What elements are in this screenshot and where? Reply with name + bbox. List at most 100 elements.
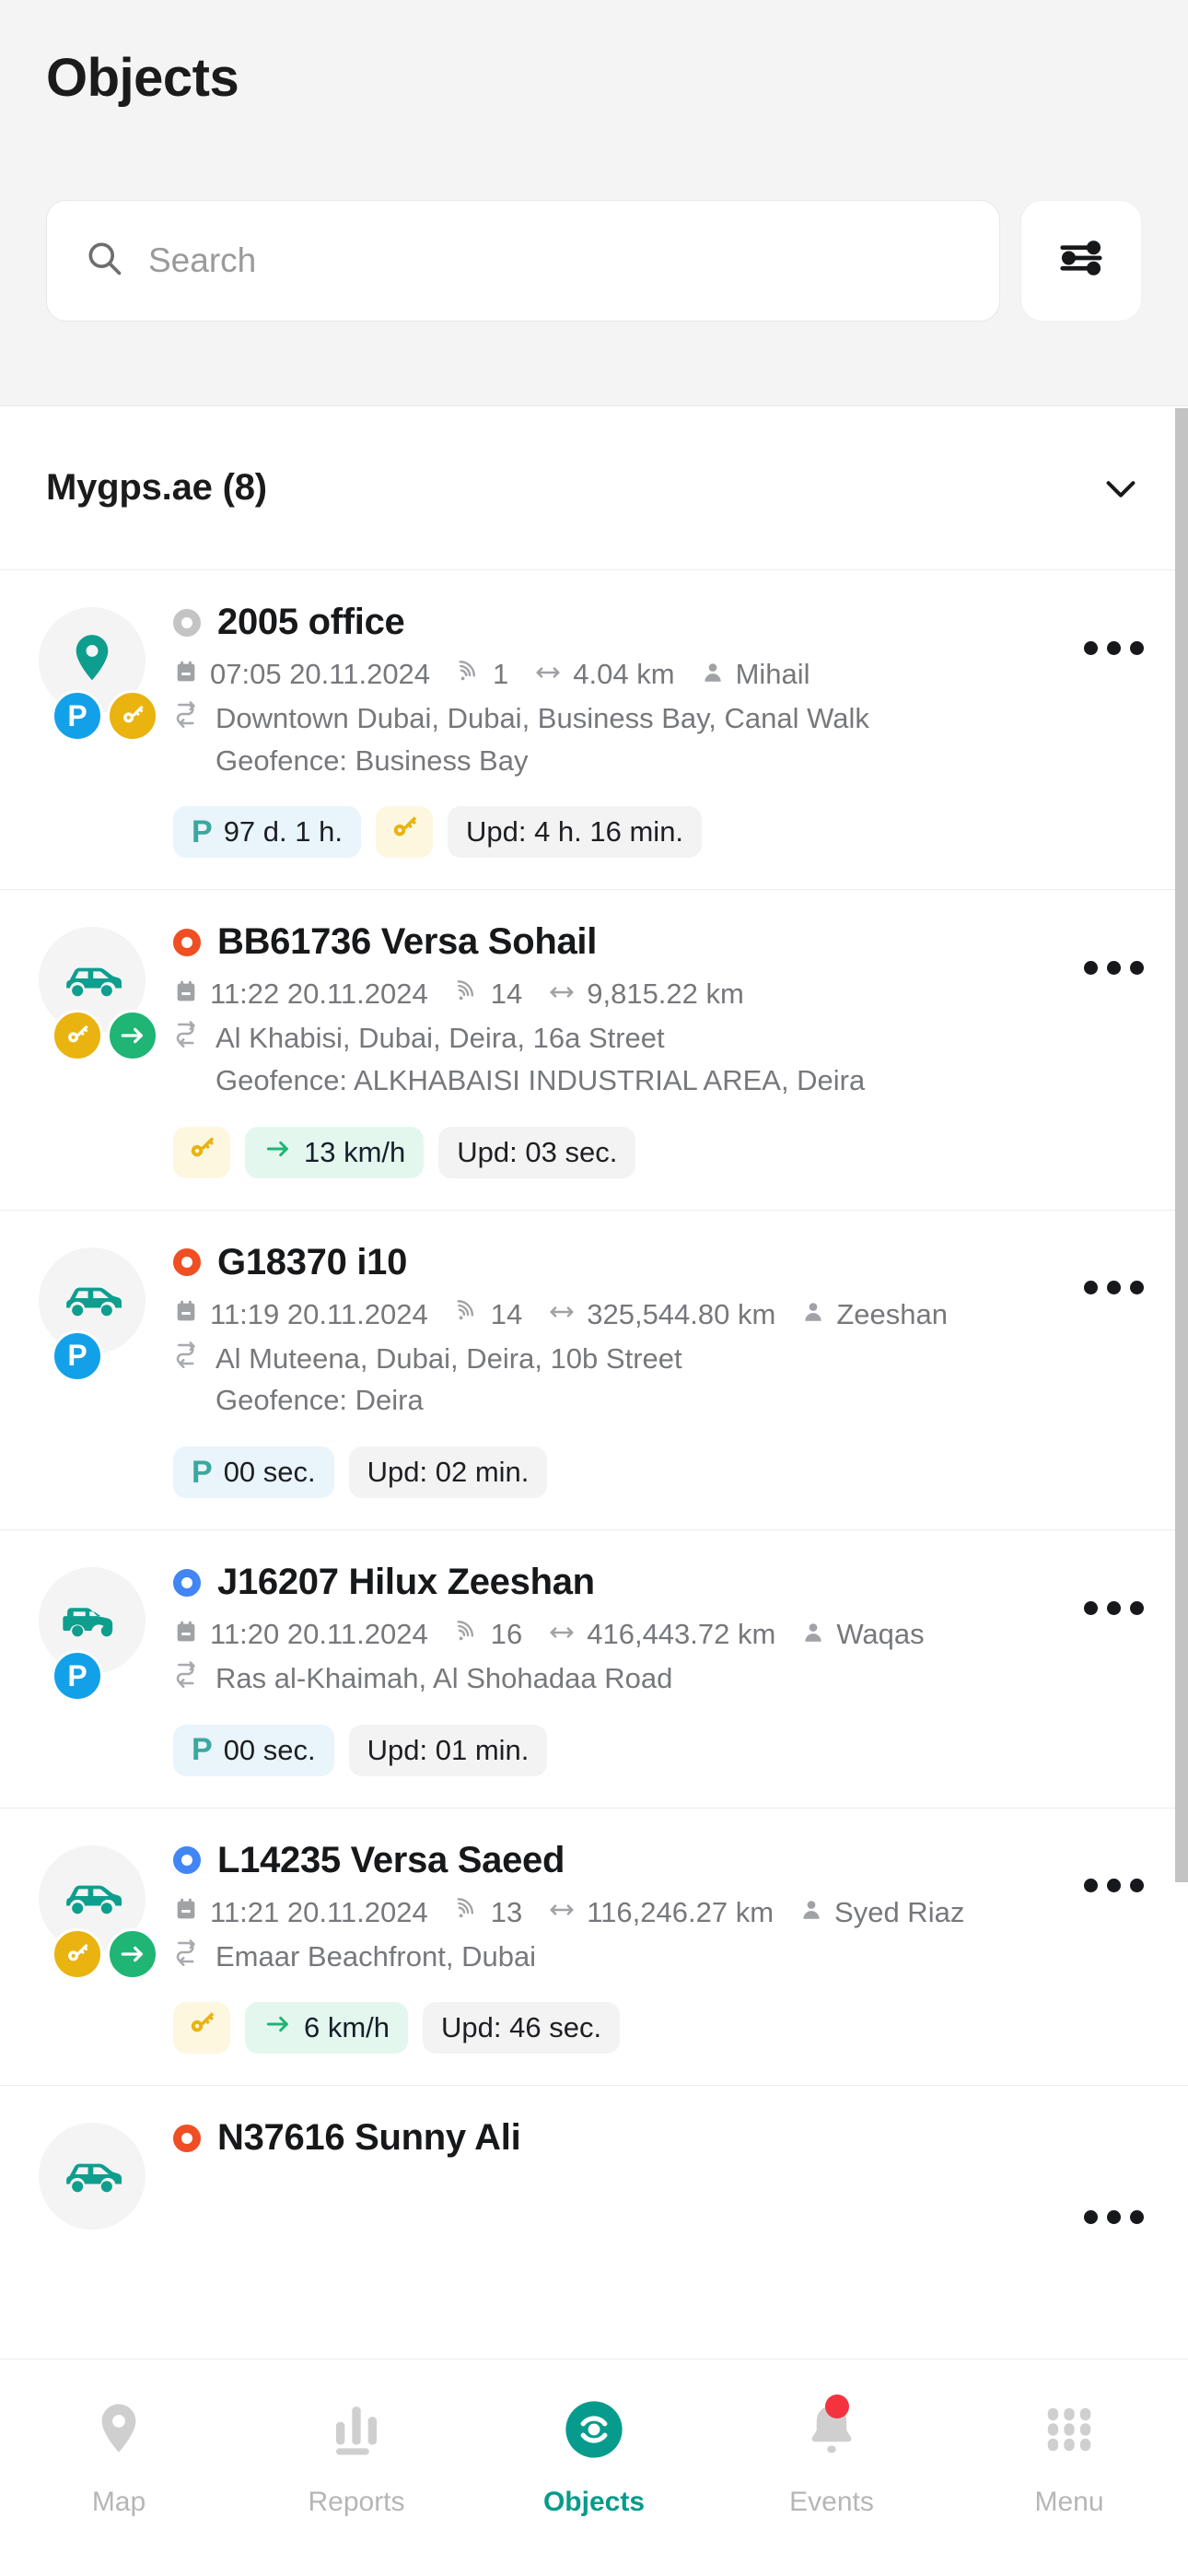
object-chips: P 00 sec. Upd: 02 min. [173, 1446, 1136, 1499]
sliders-filter-icon [1056, 233, 1106, 287]
object-meta: 11:20 20.11.2024 16 416,443.72 km Waqas [173, 1618, 1136, 1651]
object-name: N37616 Sunny Ali [217, 2117, 521, 2159]
object-meta: 11:19 20.11.2024 14 325,544.80 km Zeesha… [173, 1298, 1136, 1331]
object-title-line: BB61736 Versa Sohail [173, 921, 1136, 963]
map-pin-icon [88, 2393, 149, 2466]
badge-moving [107, 1010, 158, 1062]
more-options-button[interactable] [1081, 1268, 1146, 1308]
car-sedan-icon [57, 1263, 127, 1338]
more-options-button[interactable] [1081, 947, 1146, 988]
object-chips: P 97 d. 1 h. Upd: 4 h. 16 min. [173, 806, 1136, 859]
object-address-line: Emaar Beachfront, Dubai [173, 1938, 1136, 1975]
filter-button[interactable] [1020, 199, 1142, 322]
key-icon [186, 2008, 217, 2047]
nav-item-menu[interactable]: Menu [950, 2393, 1188, 2518]
badge-parking: P [52, 1650, 103, 1703]
object-address-line: Al Khabisi, Dubai, Deira, 16a Street Geo… [173, 1020, 1136, 1098]
more-horizontal-icon [1083, 640, 1098, 655]
header: Objects [0, 0, 1188, 405]
nav-item-events[interactable]: Events [713, 2393, 950, 2518]
meta-driver: Waqas [801, 1618, 925, 1651]
search-box[interactable] [46, 199, 1000, 322]
target-icon [562, 2393, 626, 2466]
object-row[interactable]: L14235 Versa Saeed 11:21 20.11.2024 13 1… [0, 1808, 1188, 2087]
nav-item-reports[interactable]: Reports [238, 2393, 475, 2518]
object-name: 2005 office [217, 602, 405, 642]
meta-satellites: 13 [454, 1896, 522, 1929]
meta-driver: Syed Riaz [799, 1896, 964, 1929]
chip-updated: Upd: 46 sec. [423, 2002, 621, 2055]
nav-label: Menu [1034, 2487, 1104, 2517]
group-header-mygps[interactable]: Mygps.ae (8) [0, 406, 1188, 570]
status-ring-icon [173, 1568, 201, 1597]
route-icon [173, 1341, 201, 1419]
distance-arrows-icon [548, 1298, 576, 1330]
object-name: J16207 Hilux Zeeshan [217, 1562, 595, 1603]
meta-datetime: 11:21 20.11.2024 [173, 1896, 428, 1929]
object-row[interactable]: P J16207 Hilux Zeeshan 11:20 20.11.2024 [0, 1530, 1188, 1809]
more-options-button[interactable] [1081, 1866, 1146, 1906]
chip-ignition [375, 806, 433, 859]
chip-parking-duration: P 97 d. 1 h. [173, 806, 361, 859]
distance-arrows-icon [534, 659, 562, 691]
key-icon [186, 1133, 217, 1172]
object-title-line: J16207 Hilux Zeeshan [173, 1562, 1136, 1603]
key-icon [389, 813, 420, 851]
parking-glyph: P [192, 1732, 213, 1768]
app-screen: Objects Search Mygps.ae (8) P 2005 offic… [0, 0, 1188, 2576]
object-chips: 6 km/h Upd: 46 sec. [173, 2002, 1136, 2055]
object-info: N37616 Sunny Ali [164, 2117, 1155, 2230]
route-icon [173, 1660, 201, 1697]
meta-satellites: 14 [454, 978, 522, 1011]
chip-updated: Upd: 03 sec. [438, 1126, 636, 1178]
object-row[interactable]: BB61736 Versa Sohail 11:22 20.11.2024 14 [0, 890, 1188, 1211]
meta-distance: 4.04 km [534, 658, 675, 691]
objects-list[interactable]: Mygps.ae (8) P 2005 office 07:05 20.11.2… [0, 405, 1188, 2576]
satellite-signal-icon [454, 1620, 480, 1650]
nav-item-map[interactable]: Map [0, 2393, 238, 2518]
more-options-button[interactable] [1081, 2196, 1146, 2237]
object-address-line: Downtown Dubai, Dubai, Business Bay, Can… [173, 700, 1136, 779]
chip-updated: Upd: 01 min. [348, 1724, 548, 1776]
status-ring-icon [173, 1846, 201, 1875]
search-input[interactable] [148, 240, 962, 280]
search-icon [84, 238, 124, 283]
badge-ignition-key [52, 1927, 103, 1980]
object-row[interactable]: P G18370 i10 11:19 20.11.2024 14 325,544… [0, 1210, 1188, 1531]
distance-arrows-icon [548, 1896, 576, 1928]
meta-datetime: 11:20 20.11.2024 [173, 1618, 428, 1651]
object-title-line: 2005 office [173, 602, 1136, 643]
object-info: 2005 office 07:05 20.11.2024 1 4.04 km M… [164, 602, 1155, 859]
object-row[interactable]: N37616 Sunny Ali [0, 2086, 1188, 2262]
badge-parking: P [52, 690, 103, 742]
more-options-button[interactable] [1081, 1587, 1146, 1628]
object-geofence: Geofence: ALKHABAISI INDUSTRIAL AREA, De… [215, 1064, 866, 1097]
calendar-icon [173, 1299, 199, 1329]
scrollbar[interactable] [1175, 406, 1188, 2576]
more-horizontal-icon [1083, 960, 1098, 975]
person-icon [801, 1621, 825, 1649]
chevron-down-icon[interactable] [1100, 467, 1142, 509]
avatar-badges [52, 1927, 158, 1980]
badge-parking: P [52, 1329, 103, 1382]
chip-ignition [173, 2002, 230, 2055]
more-horizontal-icon [1083, 1600, 1098, 1615]
chip-parking-duration: P 00 sec. [173, 1724, 334, 1776]
chip-ignition [173, 1126, 230, 1178]
status-ring-icon [173, 608, 201, 637]
nav-item-objects[interactable]: Objects [475, 2393, 713, 2518]
more-options-button[interactable] [1081, 627, 1146, 668]
parking-glyph: P [192, 1454, 213, 1490]
status-ring-icon [173, 928, 201, 956]
object-address: Ras al-Khaimah, Al Shohadaa Road [215, 1662, 673, 1695]
meta-driver: Zeeshan [801, 1298, 948, 1331]
meta-distance: 116,246.27 km [548, 1896, 774, 1929]
object-row[interactable]: P 2005 office 07:05 20.11.2024 1 4.04 km… [0, 570, 1188, 891]
scrollbar-thumb[interactable] [1175, 408, 1188, 1882]
satellite-signal-icon [456, 660, 482, 690]
calendar-icon [173, 1897, 199, 1927]
object-meta: 11:21 20.11.2024 13 116,246.27 km Syed R… [173, 1896, 1136, 1929]
route-icon [173, 1938, 201, 1975]
chip-speed: 13 km/h [245, 1126, 425, 1178]
avatar-badges: P [52, 690, 158, 742]
